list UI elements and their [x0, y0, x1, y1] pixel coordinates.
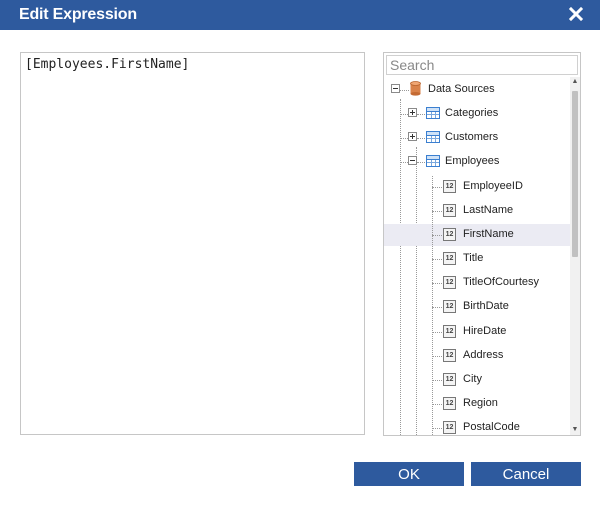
tree-connector	[432, 211, 442, 212]
scroll-down-arrow-icon[interactable]: ▼	[571, 426, 579, 434]
table-icon	[426, 131, 440, 143]
expand-toggle-icon[interactable]	[408, 132, 417, 141]
cancel-button[interactable]: Cancel	[471, 462, 581, 486]
numeric-field-icon: 12	[443, 180, 456, 193]
tree-connector	[432, 404, 442, 405]
numeric-field-icon: 12	[443, 276, 456, 289]
numeric-field-icon: 12	[443, 349, 456, 362]
data-source-tree: Data Sources Categories Customers Employ…	[384, 79, 570, 435]
tree-field-title[interactable]: 12 Title	[384, 248, 570, 270]
search-box[interactable]	[386, 55, 578, 75]
tree-node-data-sources[interactable]: Data Sources	[384, 79, 570, 101]
tree-node-label: Region	[463, 397, 498, 409]
tree-field-postalcode[interactable]: 12 PostalCode	[384, 417, 570, 435]
search-input[interactable]	[387, 56, 577, 74]
collapse-toggle-icon[interactable]	[408, 156, 417, 165]
tree-field-city[interactable]: 12 City	[384, 369, 570, 391]
numeric-field-icon: 12	[443, 252, 456, 265]
expression-text[interactable]: [Employees.FirstName]	[25, 57, 189, 72]
tree-field-lastname[interactable]: 12 LastName	[384, 200, 570, 222]
scroll-up-arrow-icon[interactable]: ▲	[571, 78, 579, 86]
tree-node-label: Employees	[445, 155, 500, 167]
tree-node-employees[interactable]: Employees	[384, 151, 570, 173]
numeric-field-icon: 12	[443, 397, 456, 410]
tree-connector	[432, 283, 442, 284]
dialog-titlebar: Edit Expression	[0, 0, 600, 30]
collapse-toggle-icon[interactable]	[391, 84, 400, 93]
scroll-thumb[interactable]	[572, 91, 578, 257]
ok-button[interactable]: OK	[354, 462, 464, 486]
tree-connector	[432, 307, 442, 308]
tree-connector	[417, 162, 425, 163]
close-icon[interactable]	[569, 7, 583, 21]
tree-field-titleofcourtesy[interactable]: 12 TitleOfCourtesy	[384, 272, 570, 294]
tree-node-customers[interactable]: Customers	[384, 127, 570, 149]
tree-connector	[417, 114, 425, 115]
numeric-field-icon: 12	[443, 373, 456, 386]
numeric-field-icon: 12	[443, 204, 456, 217]
dialog-title: Edit Expression	[19, 6, 137, 23]
tree-connector	[417, 138, 425, 139]
tree-connector	[400, 114, 408, 115]
numeric-field-icon: 12	[443, 325, 456, 338]
tree-node-label: Customers	[445, 131, 499, 143]
tree-node-label: Categories	[445, 107, 499, 119]
tree-connector	[432, 187, 442, 188]
tree-field-firstname[interactable]: 12 FirstName	[384, 224, 570, 246]
tree-node-label: PostalCode	[463, 421, 520, 433]
tree-node-label: Title	[463, 252, 484, 264]
tree-node-label: FirstName	[463, 228, 514, 240]
tree-connector	[400, 138, 408, 139]
tree-node-label: Address	[463, 349, 504, 361]
tree-node-label: BirthDate	[463, 300, 509, 312]
tree-field-hiredate[interactable]: 12 HireDate	[384, 321, 570, 343]
tree-connector	[432, 380, 442, 381]
tree-connector	[432, 428, 442, 429]
numeric-field-icon: 12	[443, 228, 456, 241]
data-source-panel: Data Sources Categories Customers Employ…	[383, 52, 581, 436]
tree-connector	[432, 235, 442, 236]
database-icon	[410, 81, 421, 96]
tree-field-address[interactable]: 12 Address	[384, 345, 570, 367]
table-icon	[426, 107, 440, 119]
tree-connector	[432, 259, 442, 260]
tree-node-label: Data Sources	[428, 83, 495, 95]
tree-field-birthdate[interactable]: 12 BirthDate	[384, 296, 570, 318]
numeric-field-icon: 12	[443, 421, 456, 434]
tree-connector	[432, 176, 433, 435]
expand-toggle-icon[interactable]	[408, 108, 417, 117]
tree-node-label: LastName	[463, 204, 514, 216]
expression-editor[interactable]: [Employees.FirstName]	[20, 52, 365, 435]
numeric-field-icon: 12	[443, 300, 456, 313]
tree-node-label: City	[463, 373, 482, 385]
tree-field-employeeid[interactable]: 12 EmployeeID	[384, 176, 570, 198]
tree-connector	[432, 332, 442, 333]
tree-connector	[400, 162, 408, 163]
tree-field-region[interactable]: 12 Region	[384, 393, 570, 415]
tree-node-label: HireDate	[463, 325, 507, 337]
tree-node-label: EmployeeID	[463, 180, 523, 192]
table-icon	[426, 155, 440, 167]
tree-connector	[432, 356, 442, 357]
tree-scrollbar[interactable]: ▲ ▼	[570, 77, 580, 435]
tree-node-label: TitleOfCourtesy	[463, 276, 540, 288]
tree-node-categories[interactable]: Categories	[384, 103, 570, 125]
